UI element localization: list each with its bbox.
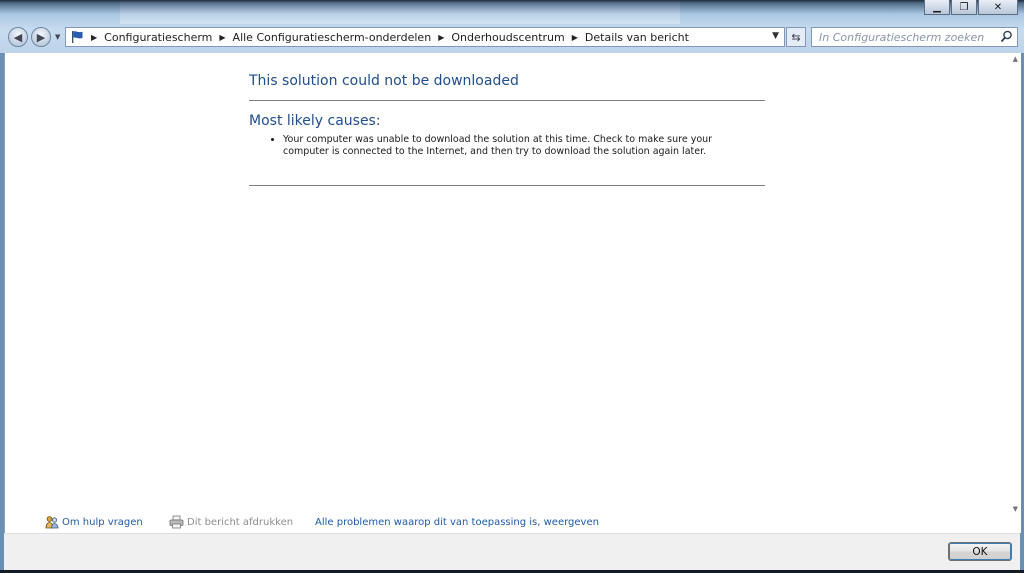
search-input[interactable]: In Configuratiescherm zoeken [811,27,1018,47]
arrow-left-icon: ◀ [13,30,23,44]
titlebar-glare [120,0,680,24]
print-link[interactable]: Dit bericht afdrukken [169,515,293,529]
button-bar: OK [4,533,1020,571]
window-titlebar: ▁ ❐ ✕ ◀ ▶ ▼ ▶ Configuratiescherm ▶ Alle … [0,0,1024,53]
search-placeholder: In Configuratiescherm zoeken [819,30,985,44]
close-button[interactable]: ✕ [978,0,1018,15]
causes-heading: Most likely causes: [249,113,381,129]
causes-list: Your computer was unable to download the… [249,134,765,158]
content-pane: ▲ ▼ This solution could not be downloade… [4,53,1021,533]
address-dropdown-icon[interactable]: ▼ [772,31,779,41]
problems-link[interactable]: Alle problemen waarop dit van toepassing… [315,517,599,528]
breadcrumb-item[interactable]: Alle Configuratiescherm-onderdelen [233,31,432,44]
help-link[interactable]: Om hulp vragen [45,515,143,529]
divider [249,185,765,186]
scroll-up-icon[interactable]: ▲ [1013,55,1018,63]
breadcrumb-item[interactable]: Configuratiescherm [104,31,212,44]
breadcrumb-item[interactable]: Details van bericht [585,31,689,44]
problems-link-label[interactable]: Alle problemen waarop dit van toepassing… [315,517,599,528]
refresh-button[interactable]: ⇆ [786,27,806,47]
refresh-icon: ⇆ [791,30,801,44]
maximize-button[interactable]: ❐ [951,0,977,15]
page-title: This solution could not be downloaded [249,73,519,89]
help-people-icon [45,516,59,529]
message-body: This solution could not be downloaded Mo… [249,72,765,186]
vertical-scrollbar[interactable]: ▲ ▼ [1007,53,1021,513]
arrow-right-icon: ▶ [36,30,46,44]
scroll-down-icon[interactable]: ▼ [1013,505,1018,513]
chevron-right-icon[interactable]: ▶ [438,33,444,42]
minimize-icon: ▁ [933,1,941,13]
minimize-button[interactable]: ▁ [924,0,950,15]
chevron-right-icon[interactable]: ▶ [219,33,225,42]
print-link-label[interactable]: Dit bericht afdrukken [187,517,293,528]
window-controls: ▁ ❐ ✕ [924,0,1018,15]
ok-button[interactable]: OK [948,542,1012,561]
close-icon: ✕ [993,1,1003,13]
forward-button[interactable]: ▶ [31,27,51,47]
maximize-icon: ❐ [959,1,969,13]
address-bar[interactable]: ▶ Configuratiescherm ▶ Alle Configuratie… [65,27,785,47]
breadcrumb-item[interactable]: Onderhoudscentrum [451,31,564,44]
help-link-label[interactable]: Om hulp vragen [62,517,143,528]
back-button[interactable]: ◀ [8,27,28,47]
list-item: Your computer was unable to download the… [283,134,765,158]
chevron-right-icon[interactable]: ▶ [572,33,578,42]
recent-pages-dropdown[interactable]: ▼ [55,33,60,41]
printer-icon [169,515,184,529]
flag-icon [72,31,83,43]
chevron-right-icon[interactable]: ▶ [91,33,97,42]
search-icon[interactable] [1000,30,1013,43]
divider [249,100,765,101]
